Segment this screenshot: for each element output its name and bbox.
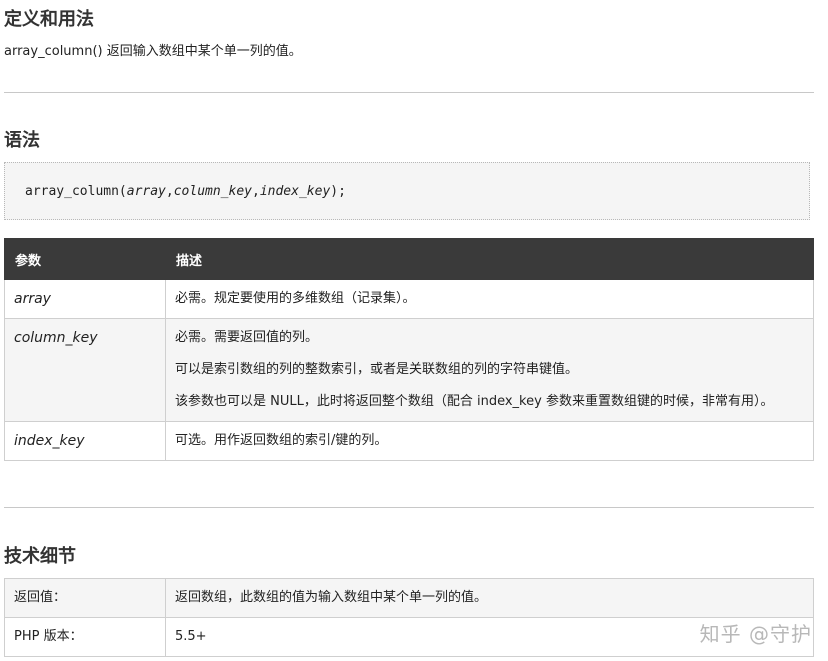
table-row: 返回值： 返回数组，此数组的值为输入数组中某个单一列的值。 xyxy=(4,578,814,618)
divider xyxy=(4,507,814,508)
watermark: 知乎 @守护 xyxy=(699,622,812,646)
tech-label: PHP 版本： xyxy=(4,617,166,657)
tech-label: 返回值： xyxy=(4,578,166,618)
code-param-index-key: index_key xyxy=(259,184,331,199)
code-end: ); xyxy=(330,184,346,199)
code-param-array: array xyxy=(126,184,166,199)
param-desc: 必需。规定要使用的多维数组（记录集）。 xyxy=(165,279,814,319)
desc-line: 可选。用作返回数组的索引/键的列。 xyxy=(175,433,388,448)
tech-details-table: 返回值： 返回数组，此数组的值为输入数组中某个单一列的值。 PHP 版本： 5.… xyxy=(4,578,814,657)
param-name: index_key xyxy=(4,421,166,461)
code-separator: , xyxy=(165,184,174,199)
syntax-code-block: array_column(array,column_key,index_key)… xyxy=(4,162,810,220)
definition-intro: array_column() 返回输入数组中某个单一列的值。 xyxy=(4,44,302,59)
desc-line: 必需。规定要使用的多维数组（记录集）。 xyxy=(175,291,416,306)
desc-line: 可以是索引数组的列的整数索引，或者是关联数组的列的字符串键值。 xyxy=(175,362,579,377)
desc-line: 该参数也可以是 NULL，此时将返回整个数组（配合 index_key 参数来重… xyxy=(175,394,774,409)
param-desc: 可选。用作返回数组的索引/键的列。 xyxy=(165,421,814,461)
tech-value: 返回数组，此数组的值为输入数组中某个单一列的值。 xyxy=(165,578,814,618)
table-row: index_key 可选。用作返回数组的索引/键的列。 xyxy=(4,421,814,461)
param-desc: 必需。需要返回值的列。 可以是索引数组的列的整数索引，或者是关联数组的列的字符串… xyxy=(165,318,814,422)
param-name: column_key xyxy=(4,318,166,422)
parameters-table: 参数 描述 array 必需。规定要使用的多维数组（记录集）。 column_k… xyxy=(4,238,814,461)
syntax-heading: 语法 xyxy=(4,130,40,151)
code-separator: , xyxy=(252,184,260,199)
code-function: array_column( xyxy=(25,184,127,199)
header-desc: 描述 xyxy=(165,238,814,280)
definition-heading: 定义和用法 xyxy=(4,9,94,30)
tech-details-heading: 技术细节 xyxy=(4,546,76,567)
divider xyxy=(4,92,814,93)
table-header-row: 参数 描述 xyxy=(4,238,814,280)
table-row: column_key 必需。需要返回值的列。 可以是索引数组的列的整数索引，或者… xyxy=(4,318,814,422)
code-param-column-key: column_key xyxy=(173,184,252,199)
param-name: array xyxy=(4,279,166,319)
header-param: 参数 xyxy=(4,238,166,280)
table-row: array 必需。规定要使用的多维数组（记录集）。 xyxy=(4,279,814,319)
desc-line: 必需。需要返回值的列。 xyxy=(175,330,319,345)
table-row: PHP 版本： 5.5+ xyxy=(4,617,814,657)
